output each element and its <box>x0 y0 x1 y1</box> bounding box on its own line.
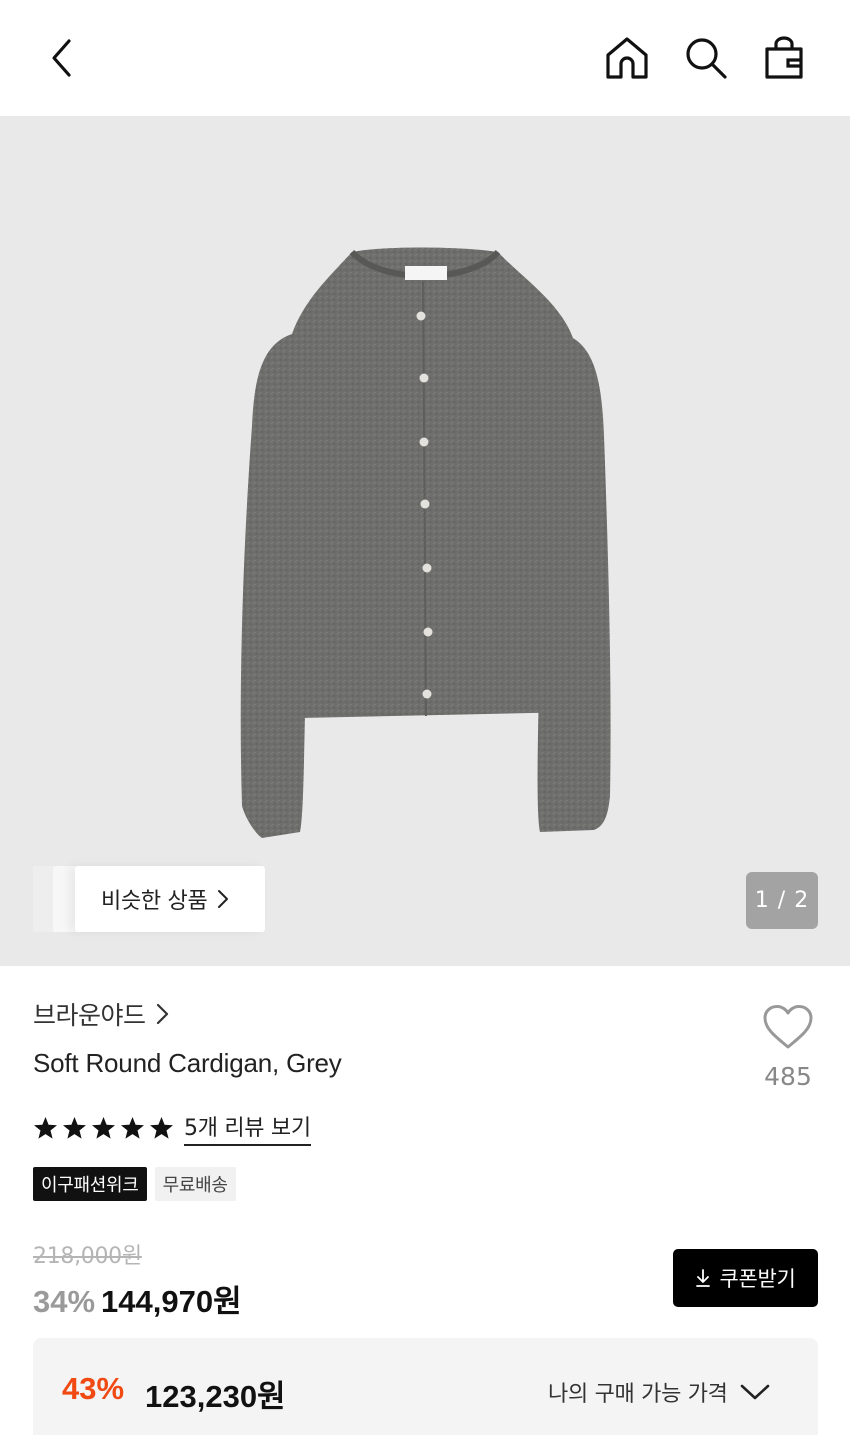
event-badge: 이구패션위크 <box>33 1167 147 1201</box>
sale-price-row: 34% 144,970원 <box>33 1276 242 1321</box>
top-nav-bar <box>0 0 850 116</box>
product-image <box>240 247 611 838</box>
brand-link[interactable]: 브라운야드 <box>33 996 169 1032</box>
product-title: Soft Round Cardigan, Grey <box>33 1048 342 1078</box>
badge-list: 이구패션위크 무료배송 <box>33 1167 236 1201</box>
similar-thumbnail <box>33 866 55 932</box>
like-count: 485 <box>764 1062 812 1091</box>
chevron-right-icon <box>218 890 229 908</box>
product-gallery[interactable]: 비슷한 상품 1 / 2 <box>0 116 850 966</box>
star-icon <box>63 1117 86 1139</box>
similar-products-button[interactable]: 비슷한 상품 <box>33 866 265 932</box>
star-icon <box>121 1117 144 1139</box>
home-icon[interactable] <box>603 34 651 82</box>
my-price-box[interactable]: 43% 123,230원 나의 구매 가능 가격 <box>33 1338 818 1435</box>
search-icon[interactable] <box>682 34 730 82</box>
sale-price: 144,970원 <box>101 1284 242 1319</box>
coupon-download-button[interactable]: 쿠폰받기 <box>673 1249 818 1307</box>
heart-icon <box>763 1005 813 1049</box>
star-icon <box>34 1117 57 1139</box>
rating-row: 5개 리뷰 보기 <box>33 1110 311 1146</box>
download-icon <box>696 1269 711 1287</box>
star-rating <box>33 1116 174 1140</box>
shopping-bag-icon[interactable] <box>760 34 808 82</box>
my-price-label: 나의 구매 가능 가격 <box>548 1382 728 1407</box>
star-icon <box>150 1117 173 1139</box>
free-shipping-badge: 무료배송 <box>154 1167 236 1201</box>
chevron-down-icon <box>740 1384 769 1400</box>
review-link[interactable]: 5개 리뷰 보기 <box>184 1110 311 1146</box>
my-price-toggle[interactable]: 나의 구매 가능 가격 <box>548 1376 770 1408</box>
star-icon <box>92 1117 115 1139</box>
original-price: 218,000원 <box>33 1244 142 1269</box>
discount-percent: 34% <box>33 1284 96 1319</box>
similar-products-label: 비슷한 상품 <box>101 889 208 914</box>
image-page-counter: 1 / 2 <box>746 872 818 929</box>
back-icon[interactable] <box>38 34 86 82</box>
my-discount-percent: 43% <box>62 1371 125 1406</box>
brand-name: 브라운야드 <box>33 1001 146 1030</box>
like-button[interactable]: 485 <box>752 1004 824 1091</box>
similar-products-panel[interactable]: 비슷한 상품 <box>75 866 265 932</box>
coupon-button-label: 쿠폰받기 <box>719 1267 796 1291</box>
chevron-right-icon <box>156 1003 168 1025</box>
my-price: 123,230원 <box>145 1379 286 1414</box>
